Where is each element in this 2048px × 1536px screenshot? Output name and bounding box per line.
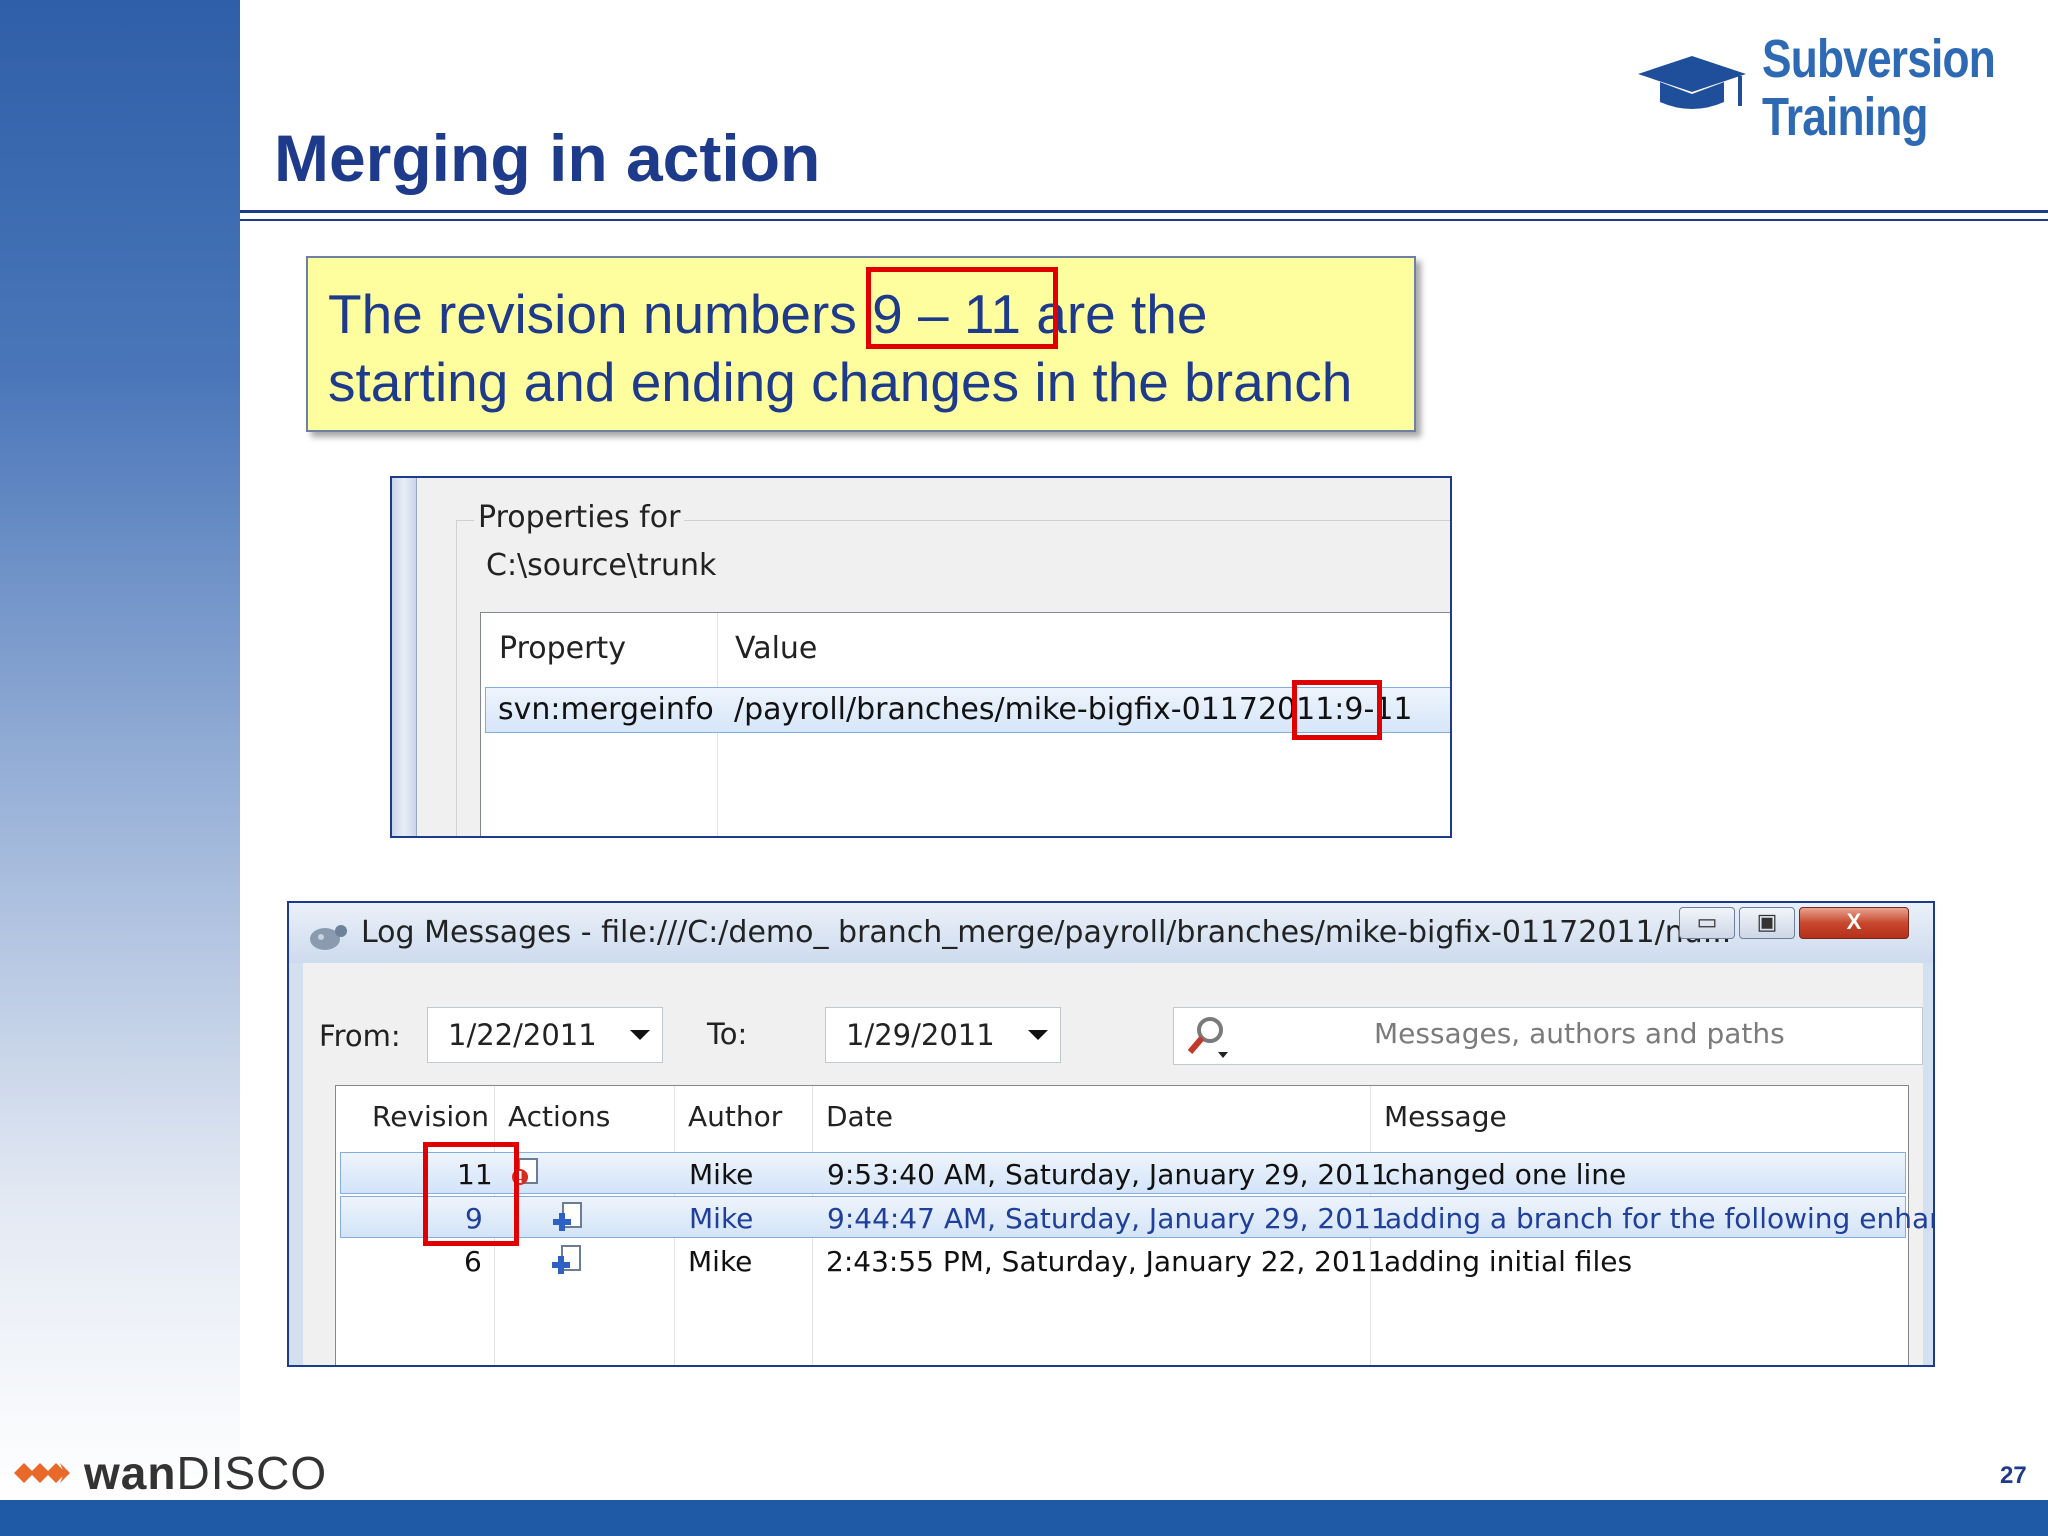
slide-title: Merging in action: [274, 121, 821, 195]
author-cell: Mike: [688, 1245, 753, 1278]
author-cell: Mike: [689, 1158, 754, 1191]
wandisco-logo-text: wanDISCO: [84, 1446, 327, 1500]
to-date-value: 1/29/2011: [846, 1018, 995, 1052]
callout-line2: starting and ending changes in the branc…: [328, 351, 1353, 413]
log-row[interactable]: 11 Mike 9:53:40 AM, Saturday, January 29…: [340, 1152, 1906, 1194]
footer-brand-regular: DISCO: [176, 1447, 328, 1499]
added-file-icon: [552, 1245, 581, 1274]
dropdown-arrow-icon: [1028, 1030, 1048, 1040]
to-date-picker[interactable]: 1/29/2011: [825, 1007, 1061, 1063]
author-cell: Mike: [689, 1202, 754, 1235]
page-number: 27: [2000, 1462, 2027, 1489]
message-cell: adding a branch for the following enhanc: [1385, 1202, 1935, 1235]
title-rule: [240, 210, 2048, 213]
window-edge: [392, 478, 417, 836]
maximize-button[interactable]: ▣: [1739, 907, 1795, 939]
to-label: To:: [707, 1017, 748, 1051]
column-header-revision[interactable]: Revision: [372, 1100, 489, 1133]
column-header-date[interactable]: Date: [826, 1100, 893, 1133]
highlight-box-callout: [866, 267, 1058, 349]
footer-brand-bold: wan: [84, 1447, 177, 1499]
column-header-actions[interactable]: Actions: [508, 1100, 610, 1133]
search-icon: [1187, 1017, 1228, 1058]
window-title: Log Messages - file:///C:/demo_ branch_m…: [361, 915, 1732, 950]
graduation-cap-icon: [1638, 56, 1746, 109]
subversion-training-logo: Subversion Training: [1632, 30, 2032, 150]
column-header-author[interactable]: Author: [688, 1100, 782, 1133]
minimize-button[interactable]: ▭: [1679, 907, 1735, 939]
close-button[interactable]: X: [1799, 907, 1909, 939]
from-label: From:: [319, 1019, 401, 1053]
column-header-property[interactable]: Property: [499, 631, 626, 666]
callout-text: are the: [1036, 283, 1208, 345]
added-file-icon: [553, 1202, 582, 1231]
property-value-path: /payroll/branches/mike-bigfix-01172011:: [734, 692, 1345, 727]
log-messages-window: Log Messages - file:///C:/demo_ branch_m…: [287, 901, 1935, 1367]
window-titlebar[interactable]: Log Messages - file:///C:/demo_ branch_m…: [289, 903, 1933, 963]
property-name: svn:mergeinfo: [498, 692, 714, 727]
column-header-message[interactable]: Message: [1384, 1100, 1507, 1133]
bottom-bar: [0, 1500, 2048, 1536]
log-list[interactable]: Revision Actions Author Date Message 11 …: [335, 1085, 1933, 1365]
highlight-box-revisions: [423, 1142, 519, 1246]
log-row[interactable]: 6 Mike 2:43:55 PM, Saturday, January 22,…: [340, 1240, 1906, 1282]
search-input[interactable]: Messages, authors and paths: [1173, 1007, 1923, 1065]
brand-text: Subversion Training: [1762, 29, 1996, 147]
date-cell: 9:53:40 AM, Saturday, January 29, 2011: [827, 1158, 1389, 1191]
properties-for-label: Properties for: [474, 500, 685, 535]
callout-text: The revision numbers: [328, 283, 857, 345]
from-date-picker[interactable]: 1/22/2011: [427, 1007, 663, 1063]
from-date-value: 1/22/2011: [448, 1018, 597, 1052]
column-header-value[interactable]: Value: [735, 631, 817, 666]
date-cell: 2:43:55 PM, Saturday, January 22, 2011: [826, 1245, 1386, 1278]
revision-cell: 6: [464, 1245, 482, 1278]
message-cell: adding initial files: [1384, 1245, 1633, 1278]
log-window-body: From: 1/22/2011 To: 1/29/2011 Messages, …: [303, 963, 1933, 1365]
message-cell: changed one line: [1385, 1158, 1627, 1191]
log-row[interactable]: 9 Mike 9:44:47 AM, Saturday, January 29,…: [340, 1196, 1933, 1238]
date-cell: 9:44:47 AM, Saturday, January 29, 2011: [827, 1202, 1389, 1235]
left-gradient-sidebar: [0, 0, 240, 1500]
brand-line2: Training: [1762, 87, 1928, 147]
properties-path: C:\source\trunk: [486, 548, 717, 583]
tortoise-svn-icon: [310, 925, 347, 950]
properties-window: Properties for C:\source\trunk Property …: [390, 476, 1452, 838]
brand-line1: Subversion: [1762, 29, 1996, 89]
callout-box: The revision numbers 9 – 11 are the star…: [306, 256, 1416, 432]
highlight-box-mergeinfo: [1292, 680, 1382, 740]
wandisco-logo-icon: [14, 1463, 70, 1483]
dropdown-arrow-icon: [630, 1030, 650, 1040]
search-placeholder: Messages, authors and paths: [1374, 1017, 1785, 1050]
title-rule-thin: [240, 219, 2048, 221]
